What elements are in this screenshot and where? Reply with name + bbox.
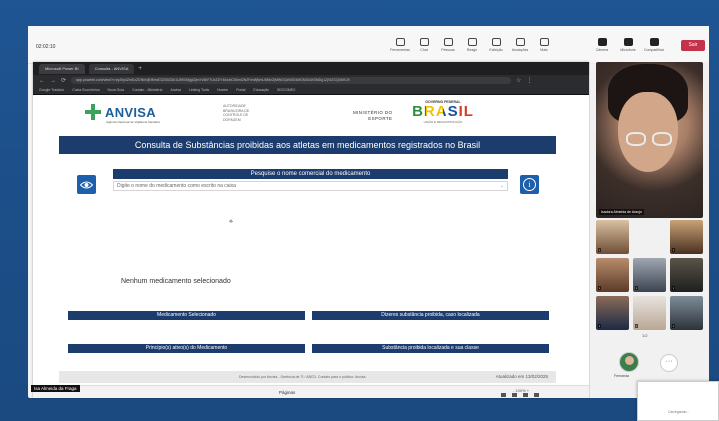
- share-icons: [501, 393, 539, 397]
- no-medication-selected: Nenhum medicamento selecionado: [121, 278, 231, 285]
- more-button[interactable]: Mais: [536, 38, 552, 52]
- more-participants-button[interactable]: ···: [660, 354, 678, 372]
- share-button[interactable]: Compartilhar: [644, 38, 664, 52]
- notes-icon: [515, 38, 525, 46]
- bookmark-item[interactable]: Nova Guia: [108, 88, 125, 92]
- participant-tile[interactable]: ▪: [670, 258, 703, 292]
- selected-medication-header: Medicamento Selecionado: [68, 311, 305, 320]
- chevron-down-icon[interactable]: ⌄: [500, 182, 504, 190]
- meeting-toolbar: 02:02:10 Ferramentas Chat Pessoas Reagir…: [28, 26, 709, 64]
- info-button[interactable]: i: [520, 175, 539, 194]
- new-tab-icon[interactable]: +: [138, 66, 142, 72]
- back-icon[interactable]: ←: [39, 78, 45, 84]
- participant-tile[interactable]: ▪: [670, 220, 703, 254]
- meeting-media-controls: Câmera Microfone Compartilhar: [594, 38, 664, 52]
- react-button[interactable]: Reagir: [464, 38, 480, 52]
- governo-federal-logo: GOVERNO FEDERAL BRASIL UNIÃO E RECONSTRU…: [409, 100, 477, 124]
- search-header: Pesquise o nome comercial do medicamento: [113, 169, 508, 179]
- people-button[interactable]: Pessoas: [440, 38, 456, 52]
- eye-button[interactable]: [77, 175, 96, 194]
- presenter-label: Isa Almeida da Fraga: [31, 385, 80, 392]
- participants-pager[interactable]: 1/2: [642, 333, 648, 338]
- forward-icon[interactable]: →: [50, 78, 56, 84]
- share-icon: [649, 38, 659, 46]
- updated-date: Atualizado em 13/02/2025: [495, 374, 548, 379]
- participant-tile[interactable]: ▪: [596, 296, 629, 330]
- shared-browser-window: Microsoft Power BI Consulta - ANVISA + ←…: [33, 62, 589, 398]
- browser-tab[interactable]: Microsoft Power BI: [39, 63, 85, 74]
- chat-icon: [419, 38, 429, 46]
- meeting-tools: Ferramentas Chat Pessoas Reagir Exibição…: [390, 38, 552, 52]
- info-icon: i: [523, 178, 536, 191]
- powerbi-report: ANVISA Agência Nacional de Vigilância Sa…: [33, 95, 589, 398]
- reload-icon[interactable]: ⟳: [61, 77, 66, 84]
- twitter-icon[interactable]: [512, 393, 517, 397]
- report-footer: Desenvolvido por Anvisa - Gerência de TI…: [59, 371, 556, 383]
- url-field[interactable]: app.powerbi.com/view?r=eyJrIjoiZmEzZDNhN…: [71, 77, 512, 84]
- facebook-icon[interactable]: [501, 393, 506, 397]
- extensions-icon[interactable]: ⋮: [526, 77, 532, 84]
- linkedin-icon[interactable]: [523, 393, 528, 397]
- report-title: Consulta de Substâncias proibidas aos at…: [59, 136, 556, 154]
- mic-button[interactable]: Microfone: [620, 38, 636, 52]
- medication-search-input[interactable]: Digite o nome do medicamento como escrit…: [113, 181, 508, 191]
- participant-tile[interactable]: ▪: [670, 296, 703, 330]
- chat-button[interactable]: Chat: [416, 38, 432, 52]
- camera-button[interactable]: Câmera: [594, 38, 610, 52]
- bookmark-item[interactable]: Nuvem: [217, 88, 228, 92]
- leave-button[interactable]: Sair: [681, 40, 705, 51]
- browser-tab[interactable]: Consulta - ANVISA: [88, 63, 135, 74]
- notes-button[interactable]: Anotações: [512, 38, 528, 52]
- participant-tile[interactable]: ▪: [596, 220, 629, 254]
- powerbi-bottom-bar: Páginas - 100% +: [33, 385, 589, 398]
- react-icon: [467, 38, 477, 46]
- tools-icon: [395, 38, 405, 46]
- bookmark-item[interactable]: Portal: [236, 88, 245, 92]
- fullscreen-icon[interactable]: [534, 393, 539, 397]
- participant-tile[interactable]: ▪: [596, 258, 629, 292]
- tools-button[interactable]: Ferramentas: [390, 38, 410, 52]
- avatar[interactable]: [619, 352, 639, 372]
- view-button[interactable]: Exibição: [488, 38, 504, 52]
- pages-button[interactable]: Páginas: [279, 390, 295, 395]
- bookmark-item[interactable]: Educação: [253, 88, 269, 92]
- bookmarks-bar: Google Tradutor Caixa Econômica Nova Gui…: [33, 86, 589, 95]
- avatar-name: Fernanda: [614, 374, 629, 378]
- bookmark-item[interactable]: Caixa Econômica: [72, 88, 99, 92]
- bookmark-item[interactable]: Contato - Ministério: [132, 88, 162, 92]
- anvisa-cross-icon: [85, 104, 101, 120]
- popup-window[interactable]: Carregando...: [637, 381, 719, 421]
- camera-icon: [597, 38, 607, 46]
- bookmark-item[interactable]: Anvisa: [170, 88, 181, 92]
- meeting-timer: 02:02:10: [36, 44, 56, 50]
- ministerio-esporte-logo: MINISTÉRIO DO ESPORTE: [353, 110, 393, 121]
- speaker-name: Isadora Almeida de Araujo: [599, 209, 644, 215]
- speaker-video[interactable]: Isadora Almeida de Araujo: [596, 62, 703, 218]
- participants-panel: Isadora Almeida de Araujo ▪ ▪ ▪ ▪ ▪ ▪ ▪ …: [590, 62, 709, 398]
- active-ingredients-header: Princípio(s) ativo(s) do Medicamento: [68, 344, 305, 353]
- address-bar: ← → ⟳ app.powerbi.com/view?r=eyJrIjoiZmE…: [33, 75, 589, 86]
- star-icon[interactable]: ☆: [516, 77, 521, 84]
- anvisa-subtitle: Agência Nacional de Vigilância Sanitária: [106, 120, 160, 124]
- bookmark-item[interactable]: SISCOMEX: [277, 88, 295, 92]
- more-icon: [539, 38, 549, 46]
- eye-icon: [80, 181, 93, 188]
- search-placeholder: Digite o nome do medicamento como escrit…: [117, 183, 236, 189]
- prohibited-statements-header: Dizeres substância proibida, caso locali…: [312, 311, 549, 320]
- participant-tile[interactable]: ▪: [633, 296, 666, 330]
- view-icon: [491, 38, 501, 46]
- mouse-cursor-icon: ⟡: [229, 219, 233, 225]
- abcd-logo-text: AUTORIDADE BRASILEIRA DE CONTROLE DE DOP…: [223, 104, 250, 122]
- mic-icon: [623, 38, 633, 46]
- meeting-window: 02:02:10 Ferramentas Chat Pessoas Reagir…: [0, 0, 719, 421]
- people-icon: [443, 38, 453, 46]
- participant-tile[interactable]: [633, 220, 666, 254]
- prohibited-class-header: Substância proibida localizada e sua cla…: [312, 344, 549, 353]
- report-header: ANVISA Agência Nacional de Vigilância Sa…: [33, 95, 589, 135]
- bookmark-item[interactable]: Linking Tools: [189, 88, 209, 92]
- participant-tile[interactable]: ▪: [633, 258, 666, 292]
- bookmark-item[interactable]: Google Tradutor: [39, 88, 64, 92]
- anvisa-logo: ANVISA: [85, 104, 156, 120]
- browser-tabbar: Microsoft Power BI Consulta - ANVISA +: [33, 62, 589, 75]
